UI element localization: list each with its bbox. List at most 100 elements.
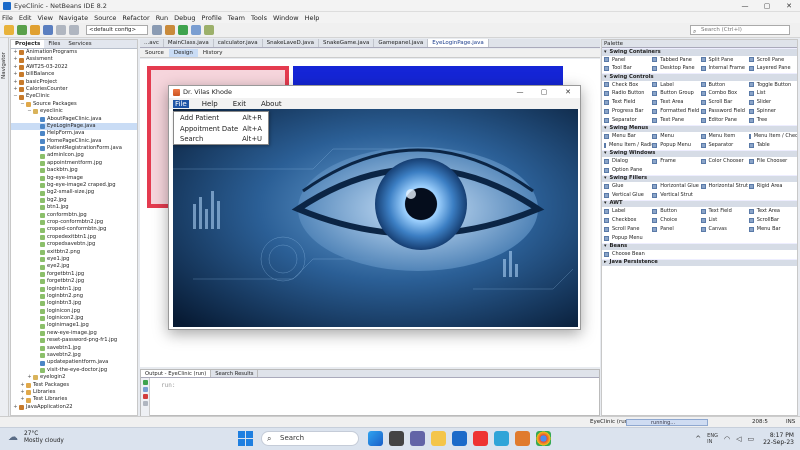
undo-icon[interactable] <box>56 25 66 35</box>
palette-item[interactable]: Menu Item / CheckBox <box>748 132 797 141</box>
palette-item[interactable]: ScrollBar <box>748 216 797 225</box>
menu-item-appointment-date[interactable]: Appoitment Date Alt+A <box>174 124 268 135</box>
palette-item[interactable]: Menu Bar <box>604 132 652 141</box>
tree-item[interactable]: − eyeclinic <box>11 108 137 115</box>
tab-avc[interactable]: ...avc <box>140 39 164 47</box>
tree-item[interactable]: eye1.jpg <box>11 256 137 263</box>
palette-item[interactable]: Choose Bean <box>604 250 652 259</box>
new-project-icon[interactable] <box>17 25 27 35</box>
tree-item[interactable]: new-eye-image.jpg <box>11 330 137 337</box>
tab-output[interactable]: Output - EyeClinic (run) <box>141 370 212 377</box>
menu-source[interactable]: Source <box>94 14 116 22</box>
navigator-strip[interactable]: Navigator <box>0 38 9 416</box>
subtab-source[interactable]: Source <box>140 49 169 57</box>
taskbar-search[interactable]: ⌕ Search <box>261 431 359 446</box>
tree-item[interactable]: + Assisment <box>11 56 137 63</box>
stop-icon[interactable] <box>143 394 148 399</box>
menu-item-add-patient[interactable]: Add Patient Alt+R <box>174 113 268 124</box>
expand-toggle-icon[interactable]: − <box>20 101 25 108</box>
tree-item[interactable]: − Source Packages <box>11 101 137 108</box>
menu-help[interactable]: Help <box>305 14 320 22</box>
open-project-icon[interactable] <box>30 25 40 35</box>
subtab-history[interactable]: History <box>198 49 228 57</box>
palette-item[interactable]: Text Field <box>700 207 749 216</box>
volume-icon[interactable]: ◁ <box>736 435 741 443</box>
netbeans-taskbar-icon[interactable] <box>452 431 467 446</box>
palette-item[interactable]: Vertical Glue <box>604 191 652 200</box>
palette-item[interactable]: Split Pane <box>700 56 749 65</box>
menu-item-search[interactable]: Search Alt+U <box>174 134 268 145</box>
palette-item[interactable]: Popup Menu <box>652 141 700 150</box>
expand-toggle-icon[interactable]: + <box>20 389 25 396</box>
minimize-button[interactable]: — <box>734 2 756 10</box>
tree-item[interactable]: + AWT25-03-2022 <box>11 64 137 71</box>
palette-item[interactable]: Menu Item <box>700 132 749 141</box>
rerun-icon[interactable] <box>143 380 148 385</box>
tab-gamepanel[interactable]: Gamepanel.java <box>374 39 429 47</box>
app-minimize-button[interactable]: — <box>508 88 532 96</box>
palette-item[interactable]: Progress Bar <box>604 107 652 116</box>
palette-item[interactable]: Panel <box>604 56 652 65</box>
tree-item[interactable]: savebtn1.jpg <box>11 345 137 352</box>
youtube-app-icon[interactable] <box>473 431 488 446</box>
weather-widget[interactable]: ☁ 27°C Mostly cloudy <box>8 431 64 445</box>
tree-item[interactable]: + billBalance <box>11 71 137 78</box>
tree-item[interactable]: conformbtn.jpg <box>11 212 137 219</box>
palette-item[interactable]: Label <box>652 81 700 90</box>
palette-item[interactable]: Button <box>700 81 749 90</box>
java-taskbar-icon[interactable] <box>515 431 530 446</box>
expand-toggle-icon[interactable]: + <box>13 86 18 93</box>
tree-item[interactable]: forgetbtn1.jpg <box>11 271 137 278</box>
palette-category[interactable]: ▾ Swing Containers <box>602 48 797 56</box>
tab-eyeloginpage[interactable]: EyeLoginPage.java <box>428 39 489 47</box>
palette-item[interactable]: Button <box>652 207 700 216</box>
expand-toggle-icon[interactable]: + <box>20 382 25 389</box>
start-button[interactable] <box>238 431 253 446</box>
run-icon[interactable] <box>178 25 188 35</box>
tree-item[interactable]: + Test Packages <box>11 382 137 389</box>
palette-item[interactable]: Menu <box>652 132 700 141</box>
tab-snakegame[interactable]: SnakeGame.java <box>319 39 375 47</box>
file-explorer-icon[interactable] <box>431 431 446 446</box>
expand-toggle-icon[interactable]: + <box>27 374 32 381</box>
palette-category[interactable]: ▾ Beans <box>602 242 797 251</box>
tree-item[interactable]: eye2.jpg <box>11 263 137 270</box>
app-close-button[interactable]: ✕ <box>556 88 580 96</box>
app-menu-help[interactable]: Help <box>200 100 220 108</box>
palette-item[interactable]: Frame <box>652 157 700 166</box>
menu-view[interactable]: View <box>37 14 52 22</box>
palette-item[interactable]: Internal Frame <box>700 64 749 73</box>
chevron-up-icon[interactable]: ^ <box>695 435 701 443</box>
tab-files[interactable]: Files <box>44 40 64 48</box>
palette-item[interactable]: Panel <box>652 225 700 234</box>
expand-toggle-icon[interactable]: + <box>13 49 18 56</box>
menu-refactor[interactable]: Refactor <box>122 14 149 22</box>
tree-item[interactable]: bg2-small-size.jpg <box>11 189 137 196</box>
palette-item[interactable]: Canvas <box>700 225 749 234</box>
expand-toggle-icon[interactable]: + <box>13 79 18 86</box>
expand-toggle-icon[interactable]: + <box>20 396 25 403</box>
tree-item[interactable]: loginimage1.jpg <box>11 322 137 329</box>
expand-toggle-icon[interactable]: − <box>27 108 32 115</box>
expand-toggle-icon[interactable]: − <box>13 93 18 100</box>
app-menu-exit[interactable]: Exit <box>231 100 248 108</box>
tab-mainclass[interactable]: MainClass.java <box>164 39 214 47</box>
wifi-icon[interactable]: ◠ <box>724 435 730 443</box>
tree-item[interactable]: PatientRegistrationForm.java <box>11 145 137 152</box>
palette-item[interactable]: Toggle Button <box>748 81 797 90</box>
task-view-icon[interactable] <box>389 431 404 446</box>
tree-item[interactable]: reset-password-png-fr1.jpg <box>11 337 137 344</box>
status-progress[interactable]: running... <box>626 419 708 426</box>
maximize-button[interactable]: ▢ <box>756 2 778 10</box>
palette-item[interactable]: Glue <box>604 182 652 191</box>
palette-item[interactable]: Formatted Field <box>652 107 700 116</box>
save-all-icon[interactable] <box>43 25 53 35</box>
new-file-icon[interactable] <box>4 25 14 35</box>
palette-item[interactable]: Desktop Pane <box>652 64 700 73</box>
palette-item[interactable]: Dialog <box>604 157 652 166</box>
menu-debug[interactable]: Debug <box>174 14 195 22</box>
palette-item[interactable]: List <box>748 89 797 98</box>
menu-edit[interactable]: Edit <box>19 14 32 22</box>
palette-item[interactable]: Rigid Area <box>748 182 797 191</box>
tab-search-results[interactable]: Search Results <box>211 370 259 377</box>
